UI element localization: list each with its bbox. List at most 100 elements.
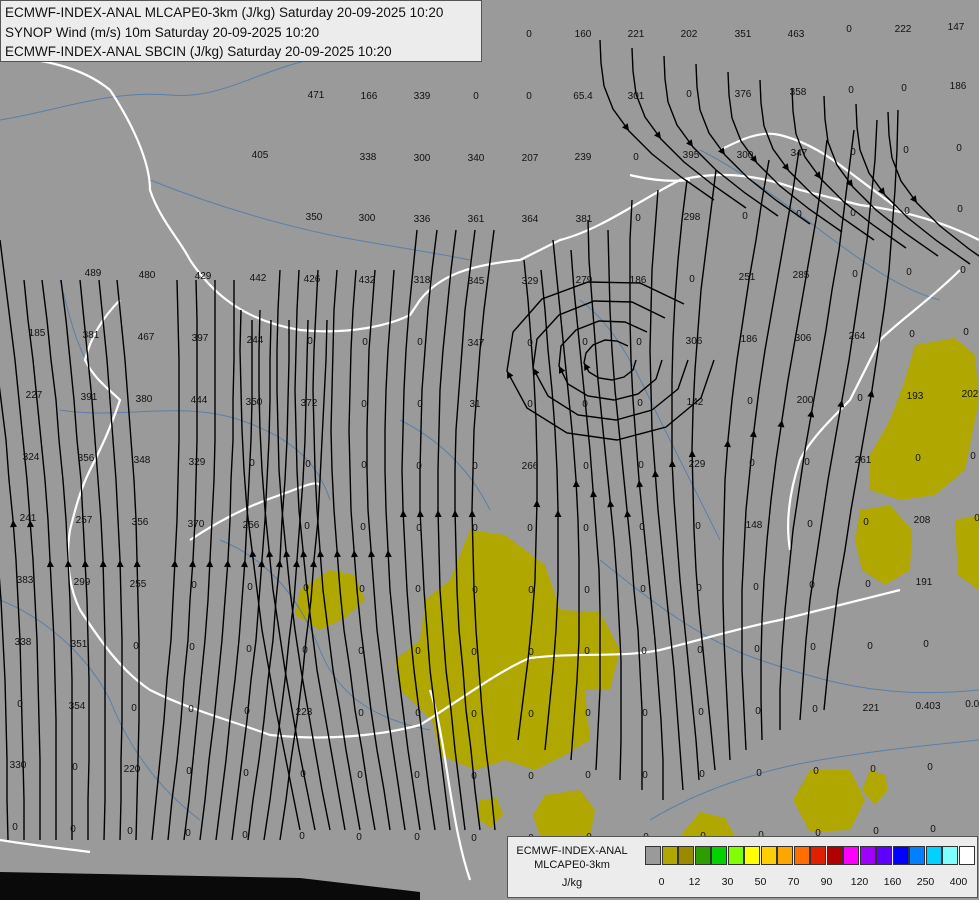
sbcin-value: 0 — [17, 699, 23, 710]
legend-tick-label: 160 — [883, 876, 902, 888]
sbcin-value: 0 — [804, 457, 810, 468]
sbcin-value: 429 — [195, 271, 212, 282]
weather-map: 2413350160221202351463022214747116633900… — [0, 0, 979, 900]
sbcin-value: 266 — [522, 461, 539, 472]
sbcin-value: 0 — [930, 824, 936, 835]
sbcin-value: 0 — [471, 833, 477, 844]
title-line-mlcape: ECMWF-INDEX-ANAL MLCAPE0-3km (J/kg) Satu… — [5, 5, 444, 20]
sbcin-value: 0 — [471, 647, 477, 658]
sbcin-value: 0 — [639, 522, 645, 533]
sbcin-value: 356 — [132, 517, 149, 528]
sbcin-value: 0 — [807, 519, 813, 530]
sbcin-value: 0 — [528, 647, 534, 658]
sbcin-value: 0 — [699, 769, 705, 780]
sbcin-value: 0 — [299, 831, 305, 842]
sbcin-value: 0 — [583, 523, 589, 534]
sbcin-value: 306 — [795, 333, 812, 344]
sbcin-value: 0 — [857, 393, 863, 404]
sbcin-value: 426 — [304, 274, 321, 285]
legend-swatch — [859, 846, 876, 865]
sbcin-value: 0 — [243, 768, 249, 779]
sbcin-value: 0 — [358, 646, 364, 657]
legend-swatch — [925, 846, 942, 865]
legend-title: ECMWF-INDEX-ANAL — [516, 845, 628, 857]
sbcin-value: 0 — [582, 399, 588, 410]
sbcin-value: 0 — [300, 769, 306, 780]
legend-swatch — [661, 846, 678, 865]
sbcin-value: 395 — [683, 150, 700, 161]
sbcin-value: 0 — [638, 460, 644, 471]
sbcin-value: 358 — [790, 87, 807, 98]
sbcin-value: 0 — [642, 708, 648, 719]
sbcin-value: 0 — [304, 521, 310, 532]
sbcin-value: 255 — [130, 579, 147, 590]
sbcin-value: 0 — [696, 583, 702, 594]
sbcin-value: 0 — [305, 459, 311, 470]
legend-swatch — [760, 846, 777, 865]
sbcin-value: 0 — [527, 399, 533, 410]
sbcin-value: 0 — [249, 458, 255, 469]
legend-tick-label: 90 — [820, 876, 833, 888]
sbcin-value: 0 — [957, 204, 963, 215]
sbcin-value: 0 — [637, 398, 643, 409]
legend-tick-label: 30 — [721, 876, 734, 888]
sbcin-value: 148 — [746, 520, 763, 531]
sbcin-value: 0 — [528, 585, 534, 596]
sbcin-value: 301 — [628, 91, 645, 102]
legend-unit: J/kg — [561, 877, 583, 889]
sbcin-value: 0 — [852, 269, 858, 280]
sbcin-value: 0 — [867, 641, 873, 652]
sbcin-value: 221 — [628, 29, 645, 40]
sbcin-value: 0 — [903, 145, 909, 156]
sbcin-value: 298 — [684, 212, 701, 223]
sbcin-value: 0 — [361, 399, 367, 410]
sbcin-value: 0 — [471, 771, 477, 782]
sbcin-value: 0 — [813, 766, 819, 777]
sbcin-value: 208 — [914, 515, 931, 526]
legend-swatch — [744, 846, 760, 865]
sbcin-value: 251 — [739, 272, 756, 283]
sbcin-value: 0 — [850, 208, 856, 219]
sbcin-value: 239 — [575, 152, 592, 163]
sbcin-value: 381 — [576, 214, 593, 225]
sbcin-value: 0 — [870, 764, 876, 775]
sbcin-value: 381 — [83, 330, 100, 341]
sbcin-value: 0 — [582, 337, 588, 348]
sbcin-value: 0 — [640, 584, 646, 595]
legend-tick-label: 0 — [658, 876, 665, 888]
sbcin-value: 0 — [133, 641, 139, 652]
legend-swatch — [777, 846, 793, 865]
sbcin-value: 380 — [136, 394, 153, 405]
sbcin-value: 376 — [735, 89, 752, 100]
legend-tick-label: 400 — [949, 876, 968, 888]
sbcin-value: 0 — [755, 706, 761, 717]
sbcin-value: 0 — [584, 585, 590, 596]
sbcin-value: 0 — [185, 828, 191, 839]
sbcin-value: 354 — [69, 701, 86, 712]
legend-tick-label: 120 — [850, 876, 869, 888]
sbcin-value: 0 — [747, 396, 753, 407]
sbcin-value: 0 — [414, 770, 420, 781]
sbcin-value: 0 — [754, 644, 760, 655]
sbcin-value: 0 — [689, 274, 695, 285]
sbcin-value: 0 — [756, 768, 762, 779]
sbcin-value: 193 — [907, 391, 924, 402]
sbcin-value: 348 — [134, 455, 151, 466]
sbcin-value: 338 — [15, 637, 32, 648]
sbcin-value: 361 — [468, 214, 485, 225]
sbcin-value: 142 — [687, 397, 704, 408]
sbcin-value: 339 — [414, 91, 431, 102]
sbcin-value: 166 — [361, 91, 378, 102]
sbcin-value: 0 — [915, 453, 921, 464]
sbcin-value: 0 — [974, 513, 979, 524]
sbcin-value: 0 — [635, 213, 641, 224]
sbcin-value: 0 — [416, 523, 422, 534]
sbcin-value: 364 — [522, 214, 539, 225]
sbcin-value: 347 — [791, 148, 808, 159]
sbcin-value: 350 — [246, 397, 263, 408]
sbcin-value: 329 — [522, 276, 539, 287]
legend-swatch — [942, 846, 958, 865]
sbcin-value: 223 — [296, 707, 313, 718]
sbcin-value: 0 — [417, 337, 423, 348]
sbcin-value: 220 — [124, 764, 141, 775]
